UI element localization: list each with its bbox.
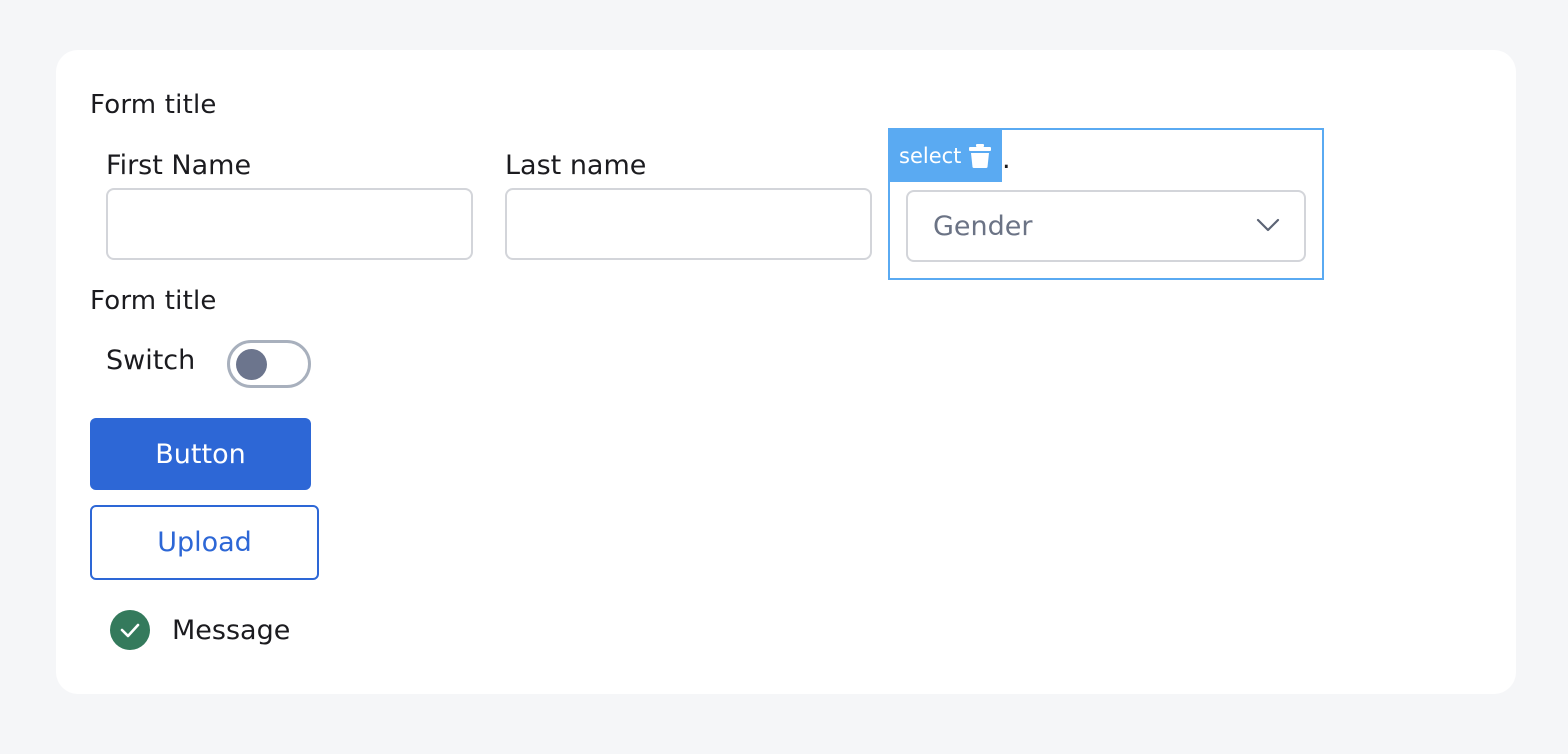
gender-select[interactable]: Gender xyxy=(906,190,1306,262)
form-card: Form title First Name Last name . select… xyxy=(56,50,1516,694)
form-section-title: Form title xyxy=(90,90,217,120)
select-component-tag: select xyxy=(890,130,1002,182)
last-name-input[interactable] xyxy=(505,188,872,260)
switch-label: Switch xyxy=(106,345,196,376)
gender-select-placeholder: Gender xyxy=(933,210,1033,242)
trash-icon[interactable] xyxy=(969,144,992,168)
switch-knob xyxy=(236,349,267,380)
last-name-label: Last name xyxy=(505,150,647,181)
message-text: Message xyxy=(172,614,291,646)
select-tag-label: select xyxy=(899,144,962,168)
selected-select-field[interactable]: . select Gender xyxy=(888,128,1324,280)
first-name-input[interactable] xyxy=(106,188,473,260)
primary-button[interactable]: Button xyxy=(90,418,311,490)
switch-toggle[interactable] xyxy=(227,340,311,388)
gender-label: . xyxy=(1002,144,1011,175)
chevron-down-icon xyxy=(1256,217,1280,236)
upload-button[interactable]: Upload xyxy=(90,505,319,580)
form-section-title-2: Form title xyxy=(90,286,217,316)
first-name-label: First Name xyxy=(106,150,252,181)
success-message: Message xyxy=(110,610,290,650)
check-circle-icon xyxy=(110,610,150,650)
